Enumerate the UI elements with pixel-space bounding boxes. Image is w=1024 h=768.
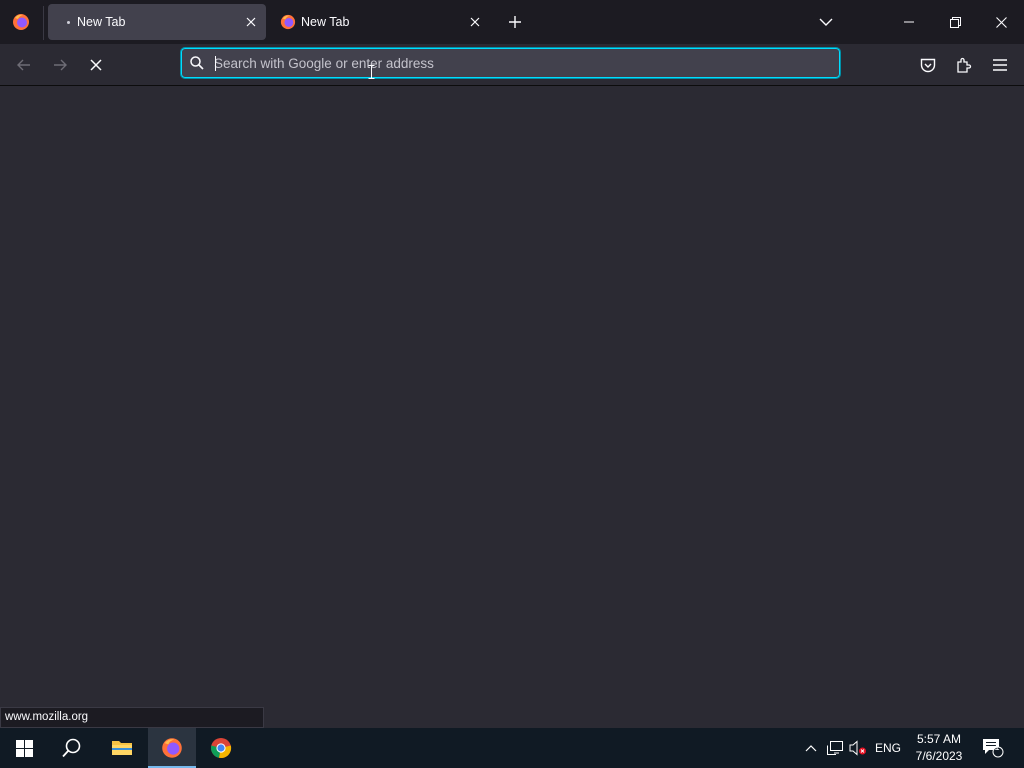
firefox-icon [162, 738, 182, 758]
action-center-button[interactable]: 1 [978, 728, 1008, 768]
chevron-up-icon [805, 744, 817, 751]
taskbar-search-button[interactable] [48, 728, 96, 768]
hamburger-menu-icon [993, 59, 1007, 71]
loading-dot-icon [67, 21, 70, 24]
firefox-icon [13, 14, 29, 30]
ibeam-cursor-icon [368, 65, 375, 84]
tab-strip: New Tab New Tab [0, 0, 1024, 44]
minimize-button[interactable] [886, 0, 932, 44]
chrome-icon [210, 738, 232, 759]
show-hidden-icons-button[interactable] [800, 728, 822, 768]
text-caret [215, 56, 216, 71]
app-menu-button[interactable] [985, 50, 1015, 80]
address-input[interactable] [214, 49, 814, 77]
windows-logo-icon [15, 739, 33, 757]
volume-button[interactable] [848, 728, 868, 768]
search-icon [62, 738, 81, 758]
notification-count-badge: 1 [994, 742, 1000, 752]
chevron-down-icon [819, 18, 833, 26]
address-bar[interactable] [180, 47, 841, 79]
taskbar-clock[interactable]: 5:57 AM 7/6/2023 [906, 731, 972, 765]
clock-date: 7/6/2023 [915, 749, 963, 763]
back-arrow-icon [17, 59, 30, 71]
minimize-icon [904, 21, 914, 23]
folder-icon [112, 741, 132, 755]
restore-button[interactable] [932, 0, 978, 44]
pocket-button[interactable] [913, 50, 943, 80]
forward-arrow-icon [54, 59, 67, 71]
back-button[interactable] [9, 50, 39, 80]
puzzle-icon [957, 57, 972, 73]
restore-icon [949, 16, 961, 28]
list-all-tabs-button[interactable] [812, 9, 840, 35]
volume-muted-icon [849, 740, 866, 756]
firefox-favicon-icon [280, 14, 296, 33]
clock-time: 5:57 AM [916, 732, 962, 746]
tab-new-tab[interactable]: New Tab [272, 4, 490, 40]
network-icon [827, 741, 843, 755]
pocket-icon [920, 58, 936, 72]
network-button[interactable] [824, 728, 846, 768]
separator [43, 6, 44, 40]
search-icon [190, 56, 204, 75]
page-content [0, 86, 1024, 728]
plus-icon [509, 16, 521, 28]
input-language-indicator[interactable]: ENG [870, 728, 906, 768]
new-tab-button[interactable] [502, 9, 528, 35]
start-button[interactable] [0, 728, 48, 768]
tab-new-tab-active[interactable]: New Tab [48, 4, 266, 40]
firefox-taskbar-button[interactable] [148, 728, 196, 768]
close-window-button[interactable] [978, 0, 1024, 44]
extensions-button[interactable] [949, 50, 979, 80]
close-tab-icon[interactable] [242, 13, 260, 31]
tab-label: New Tab [301, 15, 350, 29]
firefox-view-button[interactable] [0, 0, 42, 44]
navigation-toolbar [0, 44, 1024, 86]
taskbar: ENG 5:57 AM 7/6/2023 1 [0, 728, 1024, 768]
forward-button[interactable] [45, 50, 75, 80]
status-panel: www.mozilla.org [0, 707, 264, 728]
stop-loading-button[interactable] [81, 50, 111, 80]
close-icon [995, 16, 1007, 28]
close-tab-icon[interactable] [466, 13, 484, 31]
file-explorer-button[interactable] [98, 728, 146, 768]
stop-icon [90, 59, 102, 71]
chrome-taskbar-button[interactable] [197, 728, 245, 768]
tab-label: New Tab [77, 15, 126, 29]
